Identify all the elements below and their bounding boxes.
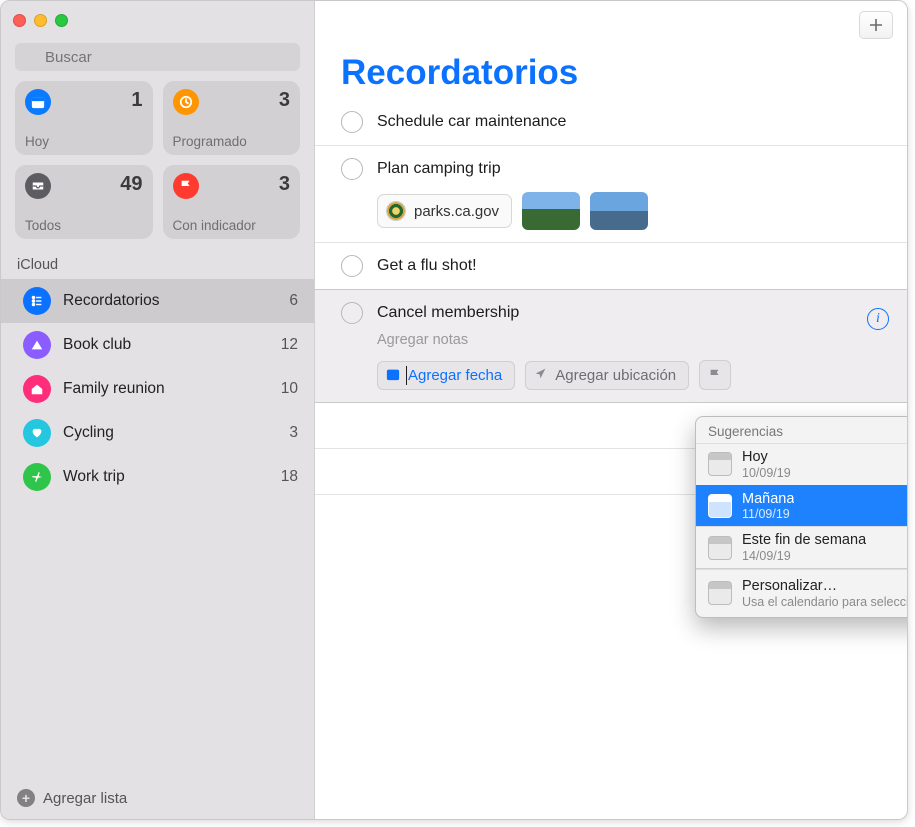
info-button[interactable]: i	[867, 308, 889, 330]
date-suggestions-popover: Sugerencias Hoy 10/09/19 Mañana 11/09/19	[695, 416, 908, 618]
smart-label: Todos	[25, 218, 143, 233]
complete-toggle[interactable]	[341, 302, 363, 324]
list-count: 18	[281, 468, 298, 486]
suggestion-weekend[interactable]: Este fin de semana 14/09/19	[696, 526, 908, 568]
reminder-row[interactable]: Schedule car maintenance	[315, 99, 907, 146]
flag-icon	[173, 173, 199, 199]
plane-icon	[23, 463, 51, 491]
reminder-title: Schedule car maintenance	[377, 113, 889, 131]
suggestion-title: Personalizar…	[742, 578, 908, 595]
list-name: Recordatorios	[63, 292, 289, 310]
suggestion-title: Mañana	[742, 491, 794, 508]
calendar-icon	[25, 89, 51, 115]
smart-label: Programado	[173, 134, 291, 149]
add-list-label: Agregar lista	[43, 790, 127, 807]
app-window: 1 Hoy 3 Programado 49	[0, 0, 908, 820]
complete-toggle[interactable]	[341, 111, 363, 133]
smart-count: 3	[279, 89, 290, 112]
sidebar-section-label: iCloud	[1, 253, 314, 279]
add-reminder-button[interactable]	[859, 11, 893, 39]
smart-label: Hoy	[25, 134, 143, 149]
clock-icon	[173, 89, 199, 115]
reminder-title: Plan camping trip	[377, 160, 889, 178]
smart-count: 3	[279, 173, 290, 196]
suggestion-tomorrow[interactable]: Mañana 11/09/19	[696, 485, 908, 527]
popover-header: Sugerencias	[696, 417, 908, 443]
smart-lists-grid: 1 Hoy 3 Programado 49	[1, 81, 314, 253]
minimize-window-button[interactable]	[34, 14, 47, 27]
chip-label: Agregar ubicación	[555, 367, 676, 384]
reminder-title: Get a flu shot!	[377, 257, 889, 275]
complete-toggle[interactable]	[341, 158, 363, 180]
list-count: 6	[289, 292, 298, 310]
calendar-icon	[708, 581, 732, 605]
maximize-window-button[interactable]	[55, 14, 68, 27]
sidebar: 1 Hoy 3 Programado 49	[1, 1, 315, 819]
calendar-icon	[386, 367, 400, 384]
list-name: Cycling	[63, 424, 289, 442]
list-name: Book club	[63, 336, 281, 354]
reminder-row-editing[interactable]: Cancel membership i Agregar notas Agrega…	[315, 289, 907, 403]
suggestion-custom[interactable]: Personalizar… Usa el calendario para sel…	[696, 569, 908, 617]
list-count: 10	[281, 380, 298, 398]
smart-count: 49	[120, 173, 142, 196]
attached-image-thumb[interactable]	[590, 192, 648, 230]
page-title: Recordatorios	[315, 39, 907, 99]
main-pane: Recordatorios Schedule car maintenance P…	[315, 1, 907, 819]
calendar-icon	[708, 494, 732, 518]
suggestion-title: Hoy	[742, 449, 791, 466]
calendar-icon	[708, 452, 732, 476]
reminder-row[interactable]: Plan camping trip parks.ca.gov	[315, 146, 907, 243]
sidebar-item-cycling[interactable]: Cycling 3	[1, 411, 314, 455]
search-input[interactable]	[15, 43, 300, 71]
smart-label: Con indicador	[173, 218, 291, 233]
suggestion-sub: 14/09/19	[742, 549, 866, 563]
plus-circle-icon: +	[17, 789, 35, 807]
smart-list-today[interactable]: 1 Hoy	[15, 81, 153, 155]
window-titlebar	[1, 1, 314, 39]
list-icon	[23, 287, 51, 315]
add-date-chip[interactable]: Agregar fecha	[377, 361, 515, 390]
inbox-icon	[25, 173, 51, 199]
heart-icon	[23, 419, 51, 447]
list-count: 12	[281, 336, 298, 354]
smart-count: 1	[131, 89, 142, 112]
sidebar-item-recordatorios[interactable]: Recordatorios 6	[1, 279, 314, 323]
attached-image-thumb[interactable]	[522, 192, 580, 230]
tent-icon	[23, 331, 51, 359]
close-window-button[interactable]	[13, 14, 26, 27]
reminder-row[interactable]: Get a flu shot!	[315, 243, 907, 290]
add-location-chip[interactable]: Agregar ubicación	[525, 361, 689, 390]
complete-toggle[interactable]	[341, 255, 363, 277]
list-count: 3	[289, 424, 298, 442]
sidebar-item-work-trip[interactable]: Work trip 18	[1, 455, 314, 499]
flag-chip[interactable]	[699, 360, 731, 390]
sidebar-lists: Recordatorios 6 Book club 12 Family reun…	[1, 279, 314, 777]
smart-list-scheduled[interactable]: 3 Programado	[163, 81, 301, 155]
suggestion-sub: 10/09/19	[742, 466, 791, 480]
calendar-icon	[708, 536, 732, 560]
favicon-icon	[386, 201, 406, 221]
chip-label: Agregar fecha	[408, 367, 502, 384]
reminder-title: Cancel membership	[377, 304, 853, 322]
location-icon	[534, 367, 547, 383]
smart-list-all[interactable]: 49 Todos	[15, 165, 153, 239]
attached-link[interactable]: parks.ca.gov	[377, 194, 512, 228]
link-label: parks.ca.gov	[414, 203, 499, 220]
sidebar-item-family-reunion[interactable]: Family reunion 10	[1, 367, 314, 411]
add-list-button[interactable]: + Agregar lista	[1, 777, 314, 819]
list-name: Family reunion	[63, 380, 281, 398]
home-icon	[23, 375, 51, 403]
notes-placeholder[interactable]: Agregar notas	[341, 332, 889, 348]
sidebar-item-book-club[interactable]: Book club 12	[1, 323, 314, 367]
list-name: Work trip	[63, 468, 281, 486]
suggestion-today[interactable]: Hoy 10/09/19	[696, 443, 908, 485]
smart-list-flagged[interactable]: 3 Con indicador	[163, 165, 301, 239]
suggestion-sub: 11/09/19	[742, 507, 794, 521]
suggestion-sub: Usa el calendario para seleccio…	[742, 595, 908, 609]
suggestion-title: Este fin de semana	[742, 532, 866, 549]
